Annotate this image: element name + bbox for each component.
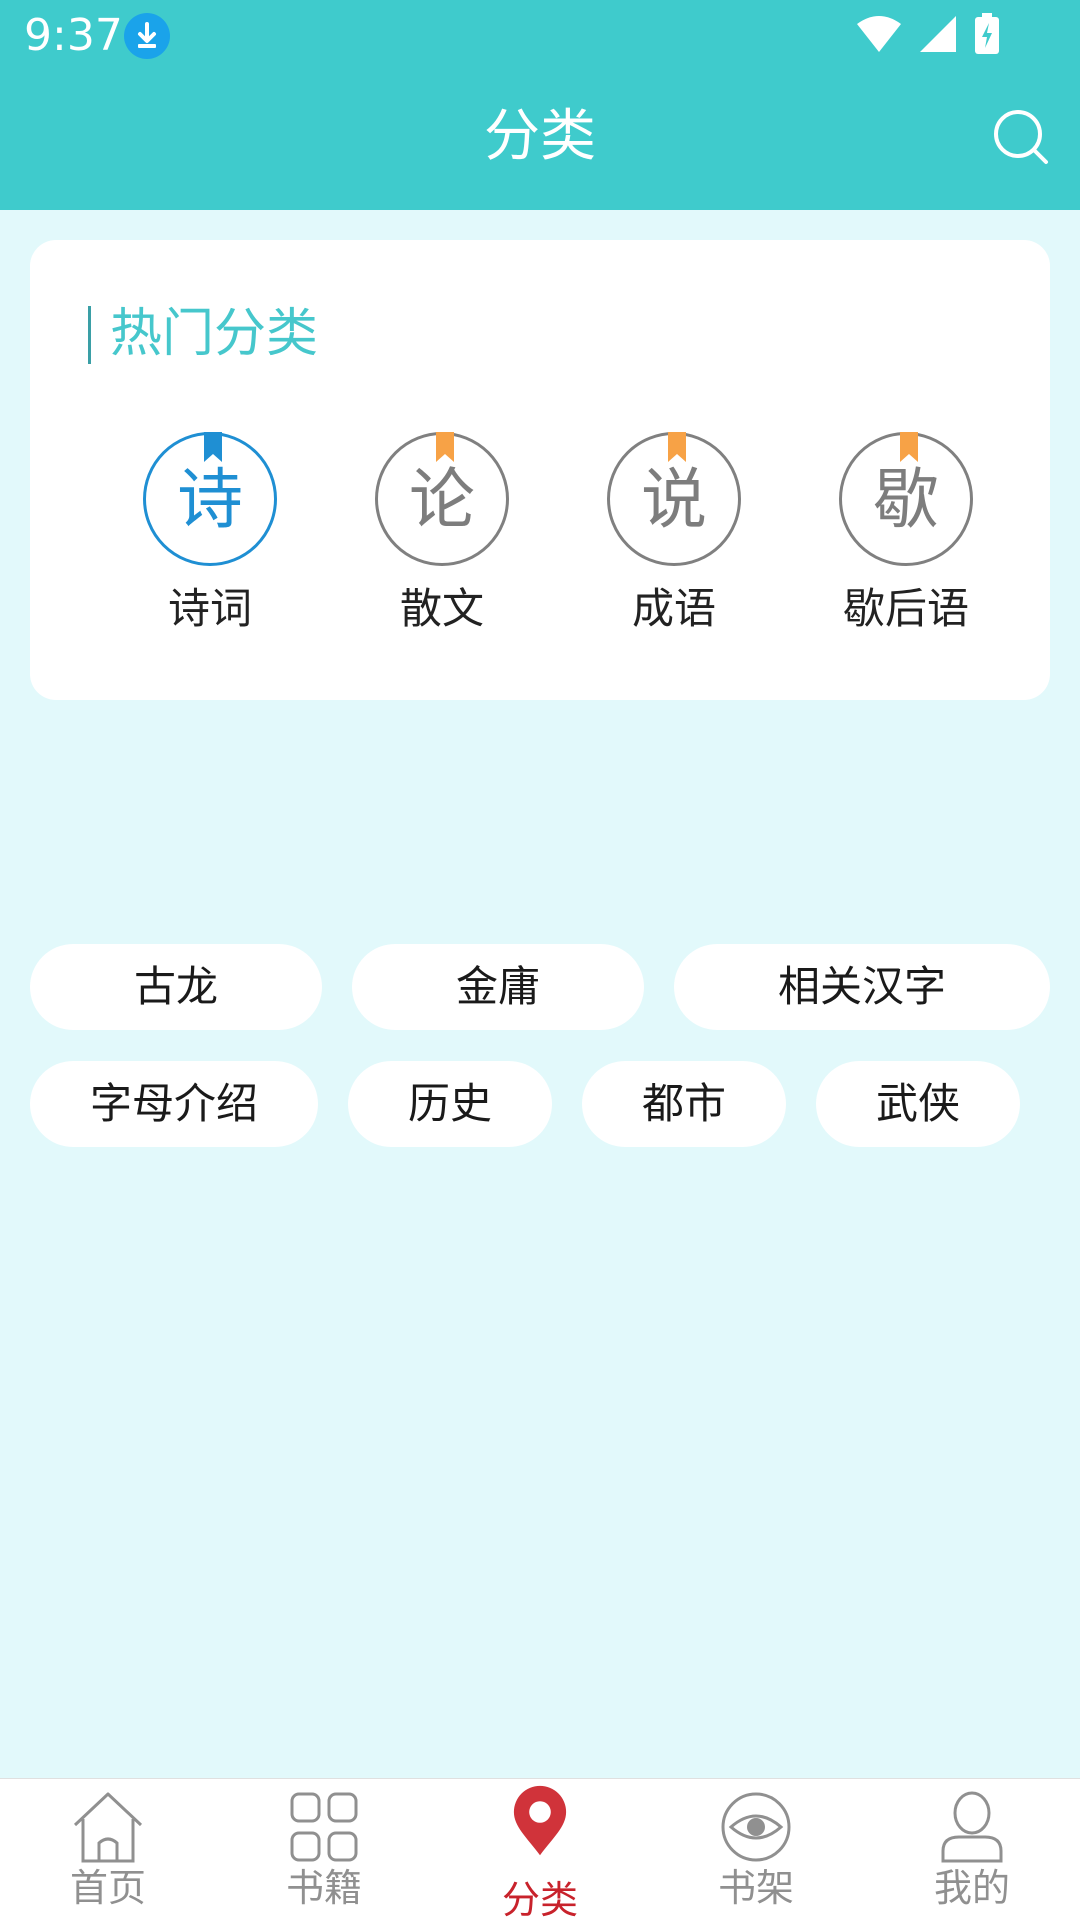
category-label: 成语	[631, 584, 716, 633]
download-icon	[124, 13, 170, 59]
bookmark-ribbon-icon	[436, 432, 454, 462]
status-time: 9:37	[24, 10, 123, 61]
category-prose[interactable]: 论 散文	[362, 432, 522, 642]
nav-bookshelf[interactable]: 书架	[666, 1779, 846, 1920]
section-title: 热门分类	[110, 304, 319, 364]
tag-gulong[interactable]: 古龙	[30, 944, 322, 1030]
search-button[interactable]	[990, 106, 1054, 170]
grid-icon	[290, 1792, 358, 1862]
page-title: 分类	[484, 104, 596, 169]
tag-wuxia[interactable]: 武侠	[816, 1061, 1020, 1147]
category-idioms[interactable]: 说 成语	[594, 432, 754, 642]
nav-home[interactable]: 首页	[18, 1779, 198, 1920]
nav-label: 书籍	[285, 1866, 362, 1910]
bookmark-ribbon-icon	[668, 432, 686, 462]
bookmark-ribbon-icon	[900, 432, 918, 462]
search-icon	[994, 110, 1048, 164]
tag-urban[interactable]: 都市	[582, 1061, 786, 1147]
tag-related-hanzi[interactable]: 相关汉字	[674, 944, 1050, 1030]
tag-alphabet-intro[interactable]: 字母介绍	[30, 1061, 318, 1147]
nav-label: 书架	[717, 1866, 794, 1910]
category-label: 歇后语	[842, 584, 969, 633]
nav-label: 首页	[69, 1866, 146, 1910]
location-pin-icon	[513, 1785, 567, 1856]
bookmark-ribbon-icon	[204, 432, 222, 462]
battery-icon	[975, 13, 999, 54]
category-xiehouyu[interactable]: 歇 歇后语	[826, 432, 986, 642]
category-glyph: 诗	[177, 461, 243, 538]
category-icon-circle: 说	[607, 432, 741, 566]
wifi-icon	[857, 16, 901, 52]
category-glyph: 说	[641, 461, 707, 538]
nav-category[interactable]: 分类	[450, 1779, 630, 1920]
section-marker	[88, 306, 91, 364]
category-icon-circle: 论	[375, 432, 509, 566]
category-label: 散文	[399, 584, 484, 633]
user-icon	[941, 1791, 1003, 1863]
category-glyph: 论	[409, 461, 475, 538]
nav-label: 我的	[933, 1866, 1010, 1910]
tag-jinyong[interactable]: 金庸	[352, 944, 644, 1030]
tag-history[interactable]: 历史	[348, 1061, 552, 1147]
eye-icon	[721, 1792, 791, 1862]
category-icon-circle: 歇	[839, 432, 973, 566]
home-icon	[73, 1792, 143, 1863]
nav-books[interactable]: 书籍	[234, 1779, 414, 1920]
signal-icon	[920, 16, 956, 52]
hot-category-card: 热门分类 诗 诗词 论 散文 说 成语 歇 歇后语	[30, 240, 1050, 700]
nav-profile[interactable]: 我的	[882, 1779, 1062, 1920]
category-poetry[interactable]: 诗 诗词	[130, 432, 290, 642]
nav-label: 分类	[501, 1878, 578, 1920]
system-status-icons	[856, 12, 1000, 56]
app-header: 9:37 分类	[0, 0, 1080, 210]
category-glyph: 歇	[873, 461, 939, 538]
category-label: 诗词	[167, 584, 252, 633]
category-icon-circle: 诗	[143, 432, 277, 566]
bottom-navigation: 首页 书籍 分类 书架 我的	[0, 1778, 1080, 1920]
